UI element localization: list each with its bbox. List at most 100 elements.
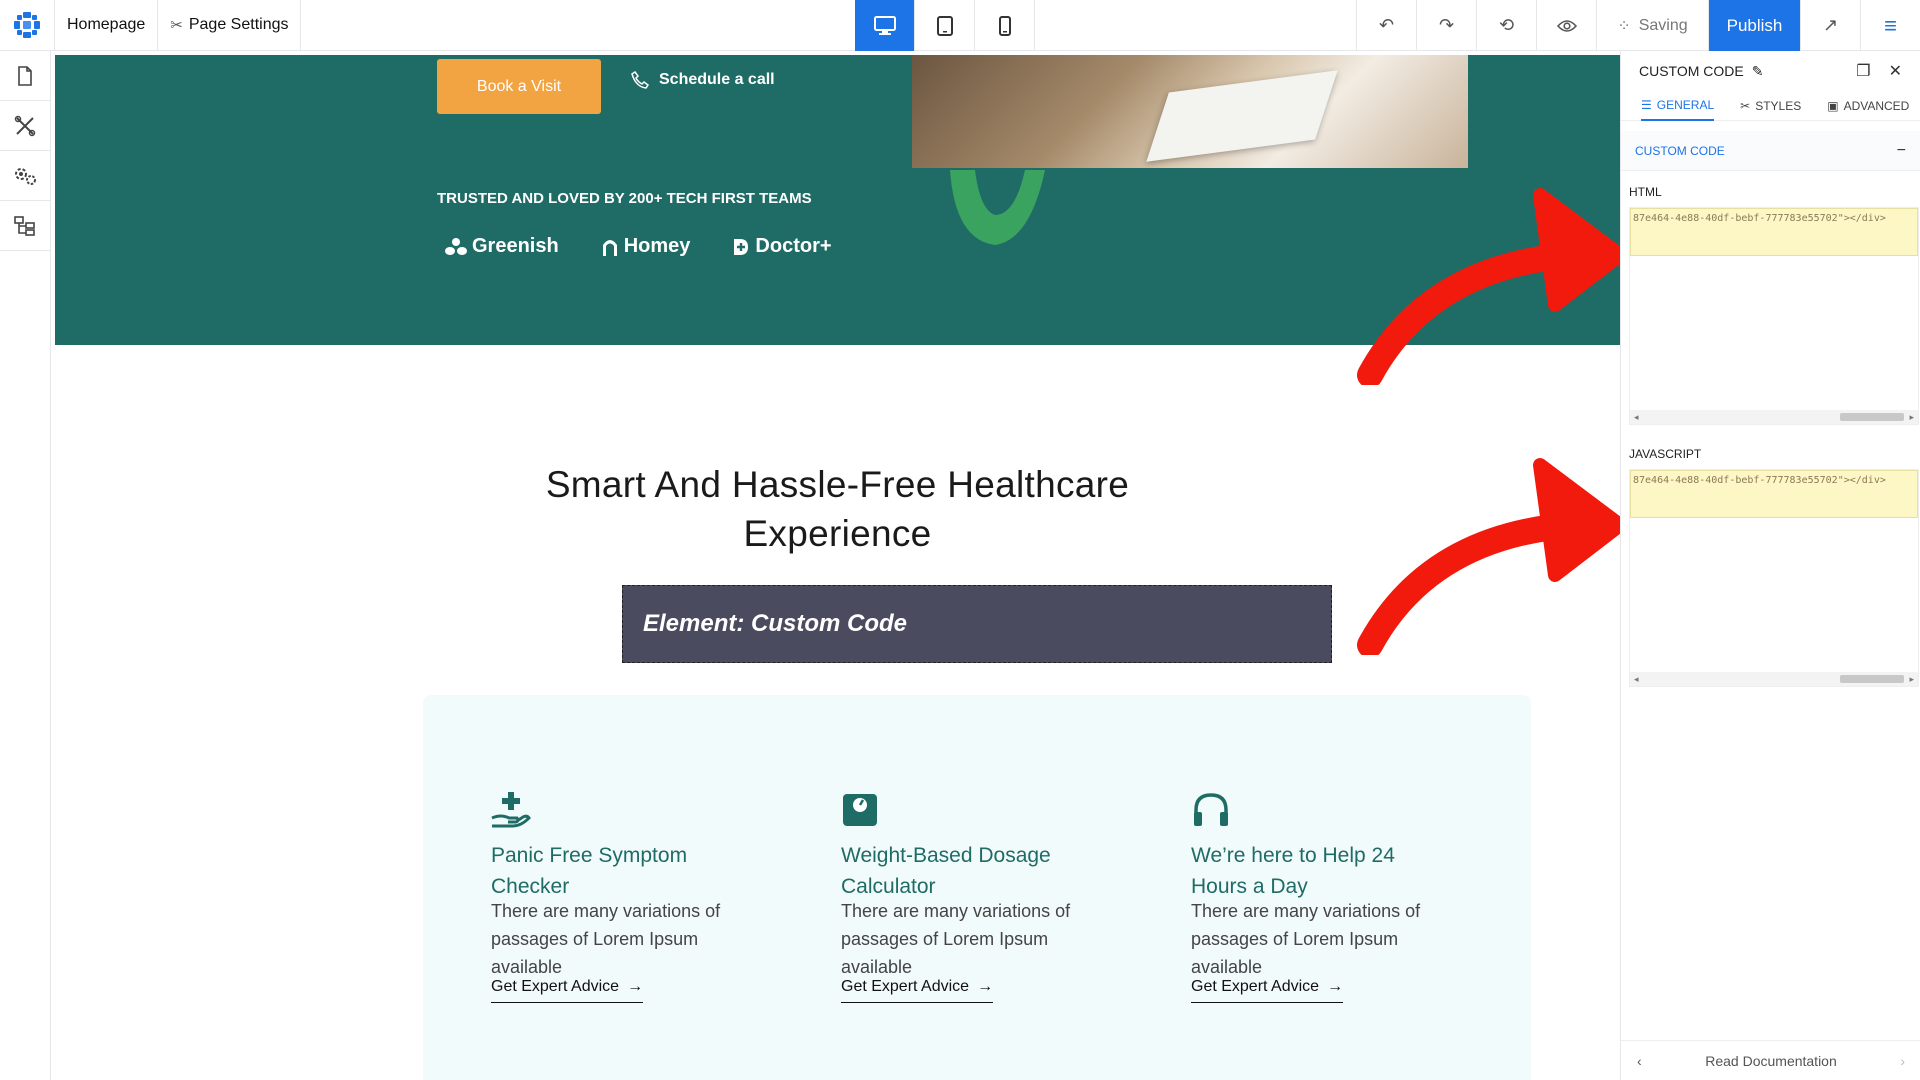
hand-plus-icon (491, 792, 531, 828)
logo-icon (14, 12, 40, 38)
arrow-right-icon: → (627, 978, 644, 995)
undo-icon: ↶ (1378, 15, 1395, 35)
elements-button[interactable] (0, 101, 50, 151)
features-section[interactable]: Panic Free Symptom Checker There are many… (423, 695, 1531, 1080)
tab-styles[interactable]: ✂ STYLES (1740, 91, 1801, 121)
arch-icon (602, 239, 617, 256)
history-icon: ⟲ (1498, 15, 1515, 35)
link-label: Get Expert Advice (841, 978, 970, 995)
scroll-right-icon[interactable]: ▸ (1909, 674, 1914, 685)
book-visit-button[interactable]: Book a Visit (437, 59, 601, 114)
feature-description: There are many variations of passages of… (491, 901, 721, 977)
code-line-highlighted[interactable]: 87e464-4e88-40df-bebf-777783e55702"></di… (1630, 208, 1918, 256)
panel-actions: ❐ ✕ (1856, 61, 1902, 81)
notepad-graphic (1146, 70, 1338, 162)
scroll-right-icon[interactable]: ▸ (1909, 412, 1914, 423)
image-icon: ▣ (1827, 99, 1839, 113)
tablet-view-button[interactable] (915, 0, 975, 51)
tab-label: GENERAL (1656, 98, 1715, 112)
panel-title: CUSTOM CODE (1639, 63, 1744, 79)
chevron-left-icon[interactable]: ‹ (1637, 1053, 1642, 1069)
brand-name: Greenish (472, 235, 559, 257)
redo-button[interactable]: ↷ (1416, 0, 1476, 51)
brand-doctor: Doctor+ (732, 235, 832, 258)
mobile-icon (998, 15, 1011, 36)
editor-canvas[interactable]: Book a Visit Schedule a call TRUSTED AND… (55, 55, 1620, 1080)
brand-name: Doctor+ (755, 235, 832, 257)
open-external-button[interactable]: ↗ (1800, 0, 1860, 51)
mobile-view-button[interactable] (975, 0, 1035, 51)
scale-icon (843, 794, 877, 826)
pages-button[interactable] (0, 51, 50, 101)
feature-title: Weight-Based Dosage Calculator (841, 840, 1051, 902)
page-icon (18, 65, 32, 86)
brand-homey: Homey (601, 235, 691, 258)
schedule-call-link[interactable]: Schedule a call (631, 71, 775, 89)
headphones-icon (1194, 793, 1228, 826)
chevron-right-icon[interactable]: › (1900, 1053, 1905, 1069)
hamburger-icon: ≡ (1884, 12, 1897, 38)
tools-icon (14, 115, 36, 136)
external-link-icon: ↗ (1822, 15, 1839, 35)
code-line-highlighted[interactable]: 87e464-4e88-40df-bebf-777783e55702"></di… (1630, 470, 1918, 518)
app-logo[interactable] (0, 0, 55, 51)
scroll-left-icon[interactable]: ◂ (1634, 412, 1639, 423)
feature-title-line: Panic Free Symptom (491, 844, 688, 867)
layers-button[interactable] (0, 201, 50, 251)
history-button[interactable]: ⟲ (1476, 0, 1536, 51)
scroll-left-icon[interactable]: ◂ (1634, 674, 1639, 685)
tab-label: ADVANCED (1843, 99, 1910, 113)
settings-button[interactable] (0, 151, 50, 201)
feature-title: We’re here to Help 24 Hours a Day (1191, 840, 1395, 902)
brand-greenish: Greenish (445, 235, 559, 258)
brand-name: Homey (623, 235, 691, 257)
undo-button[interactable]: ↶ (1356, 0, 1416, 51)
eye-icon (1556, 19, 1577, 32)
copy-icon[interactable]: ❐ (1856, 61, 1870, 81)
top-bar: Homepage ✂ Page Settings ↶ ↷ ⟲ ⁘ Saving … (0, 0, 1920, 51)
get-expert-advice-link[interactable]: Get Expert Advice → (491, 978, 644, 1003)
tab-general[interactable]: ☰ GENERAL (1641, 91, 1715, 121)
html-code-editor[interactable]: 87e464-4e88-40df-bebf-777783e55702"></di… (1629, 207, 1919, 425)
get-expert-advice-link[interactable]: Get Expert Advice → (841, 978, 994, 1003)
decorative-shape (950, 170, 1045, 245)
custom-code-label: Element: Custom Code (643, 610, 908, 637)
javascript-code-editor[interactable]: 87e464-4e88-40df-bebf-777783e55702"></di… (1629, 469, 1919, 687)
scrollbar-thumb[interactable] (1840, 413, 1904, 421)
trusted-text: TRUSTED AND LOVED BY 200+ TECH FIRST TEA… (437, 190, 812, 207)
scrollbar-thumb[interactable] (1840, 675, 1904, 683)
close-icon[interactable]: ✕ (1889, 61, 1902, 81)
publish-button[interactable]: Publish (1708, 0, 1800, 51)
leaf-icon (445, 237, 467, 255)
link-label: Get Expert Advice (1191, 978, 1320, 995)
sitemap-icon (14, 215, 35, 236)
link-label: Get Expert Advice (491, 978, 620, 995)
custom-code-element[interactable]: Element: Custom Code (622, 585, 1332, 663)
spinner-icon: ⁘ (1617, 17, 1631, 35)
tab-advanced[interactable]: ▣ ADVANCED (1827, 91, 1909, 121)
annotation-arrow-javascript (1357, 458, 1620, 655)
preview-button[interactable] (1536, 0, 1596, 51)
get-expert-advice-link[interactable]: Get Expert Advice → (1191, 978, 1344, 1003)
collapse-icon: − (1896, 141, 1906, 159)
panel-header: CUSTOM CODE ✎ ❐ ✕ (1621, 51, 1920, 91)
tablet-icon (936, 15, 953, 36)
section-title: CUSTOM CODE (1635, 143, 1725, 158)
list-icon: ☰ (1641, 98, 1652, 112)
properties-panel: CUSTOM CODE ✎ ❐ ✕ ☰ GENERAL ✂ STYLES ▣ ADVA… (1620, 51, 1920, 1080)
html-label: HTML (1629, 185, 1662, 199)
menu-button[interactable]: ≡ (1860, 0, 1920, 51)
arrow-right-icon: → (977, 978, 994, 995)
custom-code-section-header[interactable]: CUSTOM CODE − (1621, 131, 1920, 171)
tools-icon: ✂ (170, 17, 183, 34)
page-settings-button[interactable]: ✂ Page Settings (158, 0, 302, 51)
medical-plus-icon (734, 238, 749, 255)
edit-pencil-icon[interactable]: ✎ (1752, 63, 1764, 80)
desktop-icon (873, 15, 896, 35)
feature-title: Panic Free Symptom Checker (491, 840, 687, 902)
desktop-view-button[interactable] (855, 0, 915, 51)
feature-title-line: We’re here to Help 24 (1191, 844, 1395, 867)
read-documentation-link[interactable]: Read Documentation (1705, 1053, 1837, 1069)
feature-description: There are many variations of passages of… (841, 901, 1071, 977)
page-name[interactable]: Homepage (55, 0, 159, 51)
